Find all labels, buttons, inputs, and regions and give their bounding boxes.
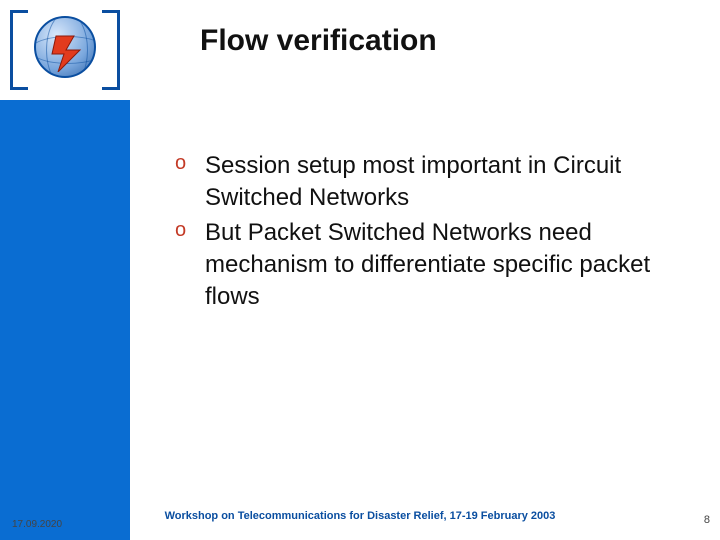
itu-logo — [0, 0, 130, 100]
list-item: o Session setup most important in Circui… — [175, 150, 690, 213]
logo-bracket-right — [102, 10, 120, 90]
lightning-icon — [50, 32, 90, 72]
logo-bracket-left — [10, 10, 28, 90]
bullet-marker: o — [175, 217, 205, 244]
bullet-text: Session setup most important in Circuit … — [205, 150, 690, 213]
bullet-marker: o — [175, 150, 205, 177]
page-number: 8 — [704, 514, 710, 526]
bullet-list: o Session setup most important in Circui… — [175, 150, 690, 316]
list-item: o But Packet Switched Networks need mech… — [175, 217, 690, 312]
footer-date: 17.09.2020 — [12, 519, 62, 530]
slide-title: Flow verification — [200, 24, 437, 58]
bullet-text: But Packet Switched Networks need mechan… — [205, 217, 690, 312]
footer-workshop: Workshop on Telecommunications for Disas… — [0, 510, 720, 522]
